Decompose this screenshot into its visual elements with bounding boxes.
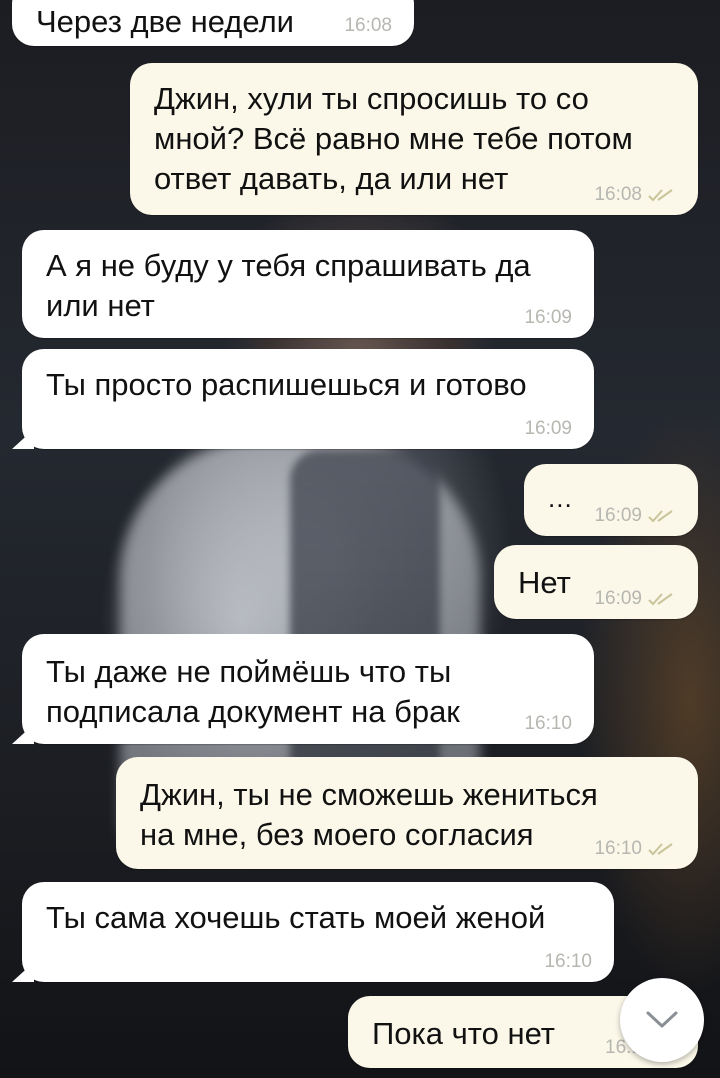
message-meta: 16:10 — [594, 839, 676, 859]
message-text: Ты просто распишешься и готово — [46, 367, 527, 402]
message-meta: 16:09 — [594, 506, 676, 526]
read-ticks-icon — [648, 843, 673, 856]
read-ticks-icon — [648, 510, 673, 523]
message-time: 16:10 — [524, 713, 572, 734]
message-meta: 16:08 — [344, 16, 392, 36]
message-meta: 16:08 — [594, 185, 676, 205]
message-time: 16:10 — [594, 838, 642, 859]
wallpaper-figure-vest — [290, 450, 440, 810]
message-time: 16:10 — [544, 951, 592, 972]
message-meta: 16:09 — [594, 589, 676, 609]
message-time: 16:08 — [344, 15, 392, 36]
message-bubble-incoming[interactable]: Через две недели 16:08 — [12, 0, 414, 46]
scroll-to-bottom-button[interactable] — [620, 978, 704, 1062]
message-meta: 16:10 — [524, 714, 572, 734]
chevron-down-icon — [646, 1011, 678, 1028]
message-time: 16:09 — [524, 307, 572, 328]
message-bubble-incoming[interactable]: Ты даже не поймёшь что ты подписала доку… — [12, 634, 594, 744]
message-text: Через две недели — [36, 4, 294, 39]
message-time: 16:09 — [594, 505, 642, 526]
message-meta: 16:09 — [524, 308, 572, 328]
message-meta: 16:09 — [524, 419, 572, 439]
message-time: 16:09 — [524, 418, 572, 439]
message-bubble-outgoing[interactable]: Джин, хули ты спросишь то со мной? Всё р… — [130, 63, 698, 215]
read-ticks-icon — [648, 593, 673, 606]
message-text: Джин, хули ты спросишь то со мной? Всё р… — [154, 81, 633, 196]
read-ticks-icon — [648, 189, 673, 202]
message-bubble-outgoing[interactable]: ... 16:09 — [524, 464, 698, 536]
message-text: Ты даже не поймёшь что ты подписала доку… — [46, 654, 460, 729]
message-bubble-incoming[interactable]: А я не буду у тебя спрашивать да или нет… — [22, 230, 594, 338]
message-bubble-outgoing[interactable]: Нет 16:09 — [494, 545, 698, 619]
message-bubble-incoming[interactable]: Ты просто распишешься и готово 16:09 — [12, 349, 594, 449]
message-bubble-incoming[interactable]: Ты сама хочешь стать моей женой 16:10 — [12, 882, 614, 982]
message-time: 16:09 — [594, 588, 642, 609]
message-text: Ты сама хочешь стать моей женой — [46, 900, 546, 935]
message-time: 16:08 — [594, 184, 642, 205]
message-meta: 16:10 — [544, 952, 592, 972]
message-bubble-outgoing[interactable]: Джин, ты не сможешь жениться на мне, без… — [116, 757, 698, 869]
message-text: А я не буду у тебя спрашивать да или нет — [46, 248, 531, 323]
